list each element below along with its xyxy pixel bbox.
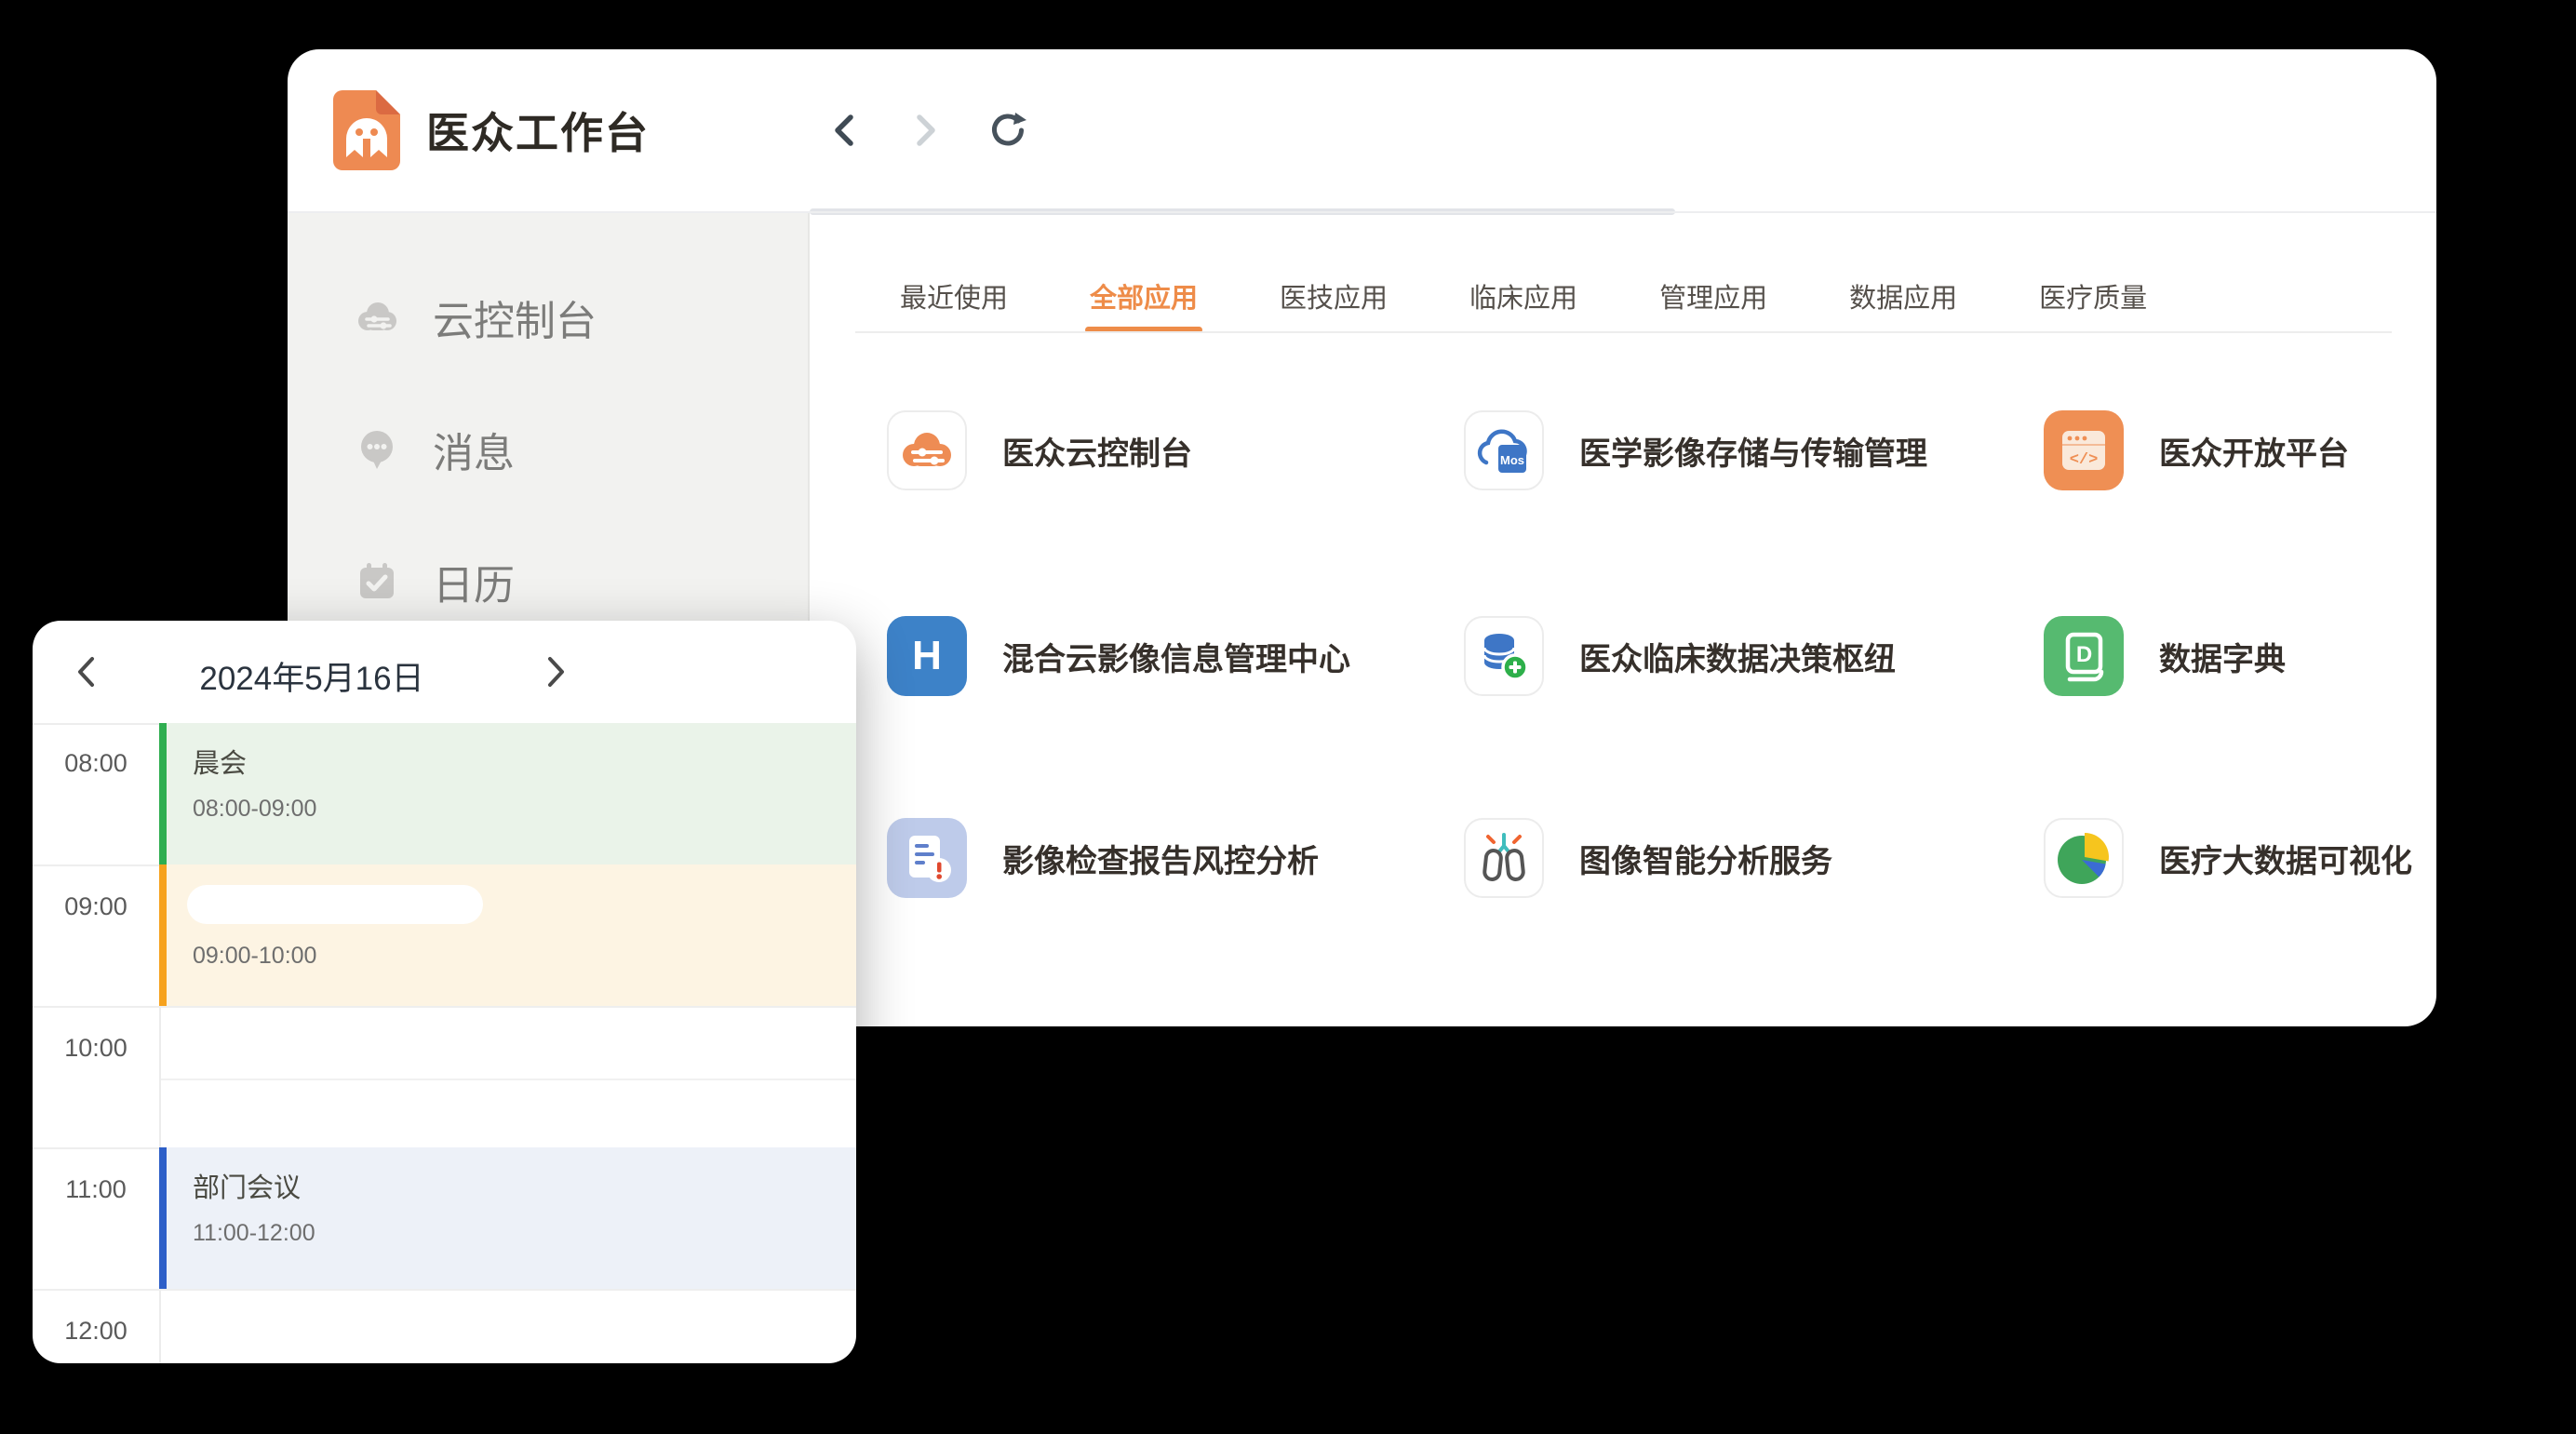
chevron-right-icon <box>910 112 942 149</box>
hour-label: 10:00 <box>33 1034 159 1063</box>
blue-h-tile-icon: H <box>887 616 967 696</box>
svg-text:</>: </> <box>2070 451 2099 469</box>
sidebar-item-messages[interactable]: 消息 <box>288 422 808 477</box>
hour-label: 09:00 <box>33 892 159 921</box>
app-label: 医众云控制台 <box>1002 428 1192 474</box>
app-item-cloud-console[interactable]: 医众云控制台 <box>887 410 1192 490</box>
app-label: 医众开放平台 <box>2159 428 2349 474</box>
hour-label: 12:00 <box>33 1317 159 1346</box>
orange-cloud-sliders-icon <box>887 410 967 490</box>
tab-bar: 最近使用 全部应用 医技应用 临床应用 管理应用 数据应用 医疗质量 <box>900 267 2147 325</box>
event-time: 11:00-12:00 <box>193 1220 856 1247</box>
tab-recently-used[interactable]: 最近使用 <box>900 267 1008 325</box>
app-grid-content: 最近使用 全部应用 医技应用 临床应用 管理应用 数据应用 医疗质量 医 <box>812 213 2436 1026</box>
app-label: 混合云影像信息管理中心 <box>1002 634 1350 679</box>
sidebar-item-label: 日历 <box>433 552 515 611</box>
sidebar-item-cloud-console[interactable]: 云控制台 <box>288 289 808 345</box>
app-label: 影像检查报告风控分析 <box>1002 836 1319 881</box>
tab-medical-quality[interactable]: 医疗质量 <box>2039 267 2147 325</box>
database-plus-icon <box>1464 616 1544 696</box>
sidebar-item-calendar[interactable]: 日历 <box>288 554 808 610</box>
app-item-clinical-data-hub[interactable]: 医众临床数据决策枢纽 <box>1464 616 1896 696</box>
calendar-check-icon <box>355 559 399 604</box>
message-bubble-icon <box>355 427 399 472</box>
svg-text:Mos: Mos <box>1500 453 1524 467</box>
calendar-event-department-meeting[interactable]: 部门会议 11:00-12:00 <box>159 1147 856 1289</box>
report-alert-icon <box>887 818 967 898</box>
app-label: 医学影像存储与传输管理 <box>1579 428 1927 474</box>
app-logo-icon <box>333 90 400 170</box>
next-day-button[interactable] <box>543 650 570 693</box>
sidebar-item-label: 消息 <box>433 420 515 479</box>
calendar-date-title: 2024年5月16日 <box>144 652 479 700</box>
back-button[interactable] <box>825 111 864 150</box>
tab-data-apps[interactable]: 数据应用 <box>1849 267 1957 325</box>
hour-row-1000: 10:00 <box>33 1006 856 1149</box>
sidebar-item-label: 云控制台 <box>433 288 597 347</box>
tab-all-apps[interactable]: 全部应用 <box>1090 267 1198 325</box>
event-time: 08:00-09:00 <box>193 796 856 823</box>
app-label: 图像智能分析服务 <box>1579 836 1832 881</box>
calendar-header: 2024年5月16日 <box>33 621 856 725</box>
app-item-big-data-visualization[interactable]: 医疗大数据可视化 <box>2044 818 2412 898</box>
chevron-left-icon <box>74 653 97 690</box>
app-item-image-storage[interactable]: Mos 医学影像存储与传输管理 <box>1464 410 1927 490</box>
pie-chart-icon <box>2044 818 2124 898</box>
previous-day-button[interactable] <box>72 650 100 693</box>
calendar-event-morning-meeting[interactable]: 晨会 08:00-09:00 <box>159 723 856 864</box>
chevron-right-icon <box>545 653 568 690</box>
window-header: 医众工作台 <box>288 49 2436 211</box>
green-dictionary-book-icon: D <box>2044 616 2124 696</box>
blue-cloud-mos-icon: Mos <box>1464 410 1544 490</box>
tab-clinical-apps[interactable]: 临床应用 <box>1469 267 1577 325</box>
app-label: 医众临床数据决策枢纽 <box>1579 634 1896 679</box>
tab-management-apps[interactable]: 管理应用 <box>1659 267 1767 325</box>
event-time: 09:00-10:00 <box>193 943 856 970</box>
half-hour-gridline <box>161 1079 856 1080</box>
orange-code-window-icon: </> <box>2044 410 2124 490</box>
desktop-background: 医众工作台 <box>0 0 2576 1434</box>
refresh-button[interactable] <box>988 111 1027 150</box>
nav-controls <box>825 111 1027 150</box>
redacted-event-title <box>187 885 483 924</box>
app-item-image-ai-analysis[interactable]: 图像智能分析服务 <box>1464 818 1832 898</box>
app-item-open-platform[interactable]: </> 医众开放平台 <box>2044 410 2349 490</box>
app-label: 医疗大数据可视化 <box>2159 836 2412 881</box>
event-title: 晨会 <box>193 742 856 781</box>
calendar-window: 2024年5月16日 08:00 09:00 10:00 11:00 12:00 <box>33 621 856 1363</box>
hour-label: 08:00 <box>33 749 159 778</box>
event-title: 部门会议 <box>193 1166 856 1205</box>
app-item-data-dictionary[interactable]: D 数据字典 <box>2044 616 2286 696</box>
lungs-icon <box>1464 818 1544 898</box>
hour-label: 11:00 <box>33 1175 159 1204</box>
cloud-sliders-icon <box>355 295 399 340</box>
svg-text:D: D <box>2076 642 2092 667</box>
refresh-icon <box>988 111 1027 150</box>
app-item-report-risk-analysis[interactable]: 影像检查报告风控分析 <box>887 818 1319 898</box>
app-label: 数据字典 <box>2159 634 2286 679</box>
chevron-left-icon <box>828 112 860 149</box>
tab-medtech-apps[interactable]: 医技应用 <box>1280 267 1388 325</box>
hour-row-1200: 12:00 <box>33 1289 856 1363</box>
forward-button[interactable] <box>906 111 946 150</box>
app-title: 医众工作台 <box>426 100 650 161</box>
tab-bar-divider <box>855 331 2392 333</box>
app-item-hybrid-cloud-center[interactable]: H 混合云影像信息管理中心 <box>887 616 1350 696</box>
calendar-event-redacted[interactable]: 09:00-10:00 <box>159 864 856 1006</box>
